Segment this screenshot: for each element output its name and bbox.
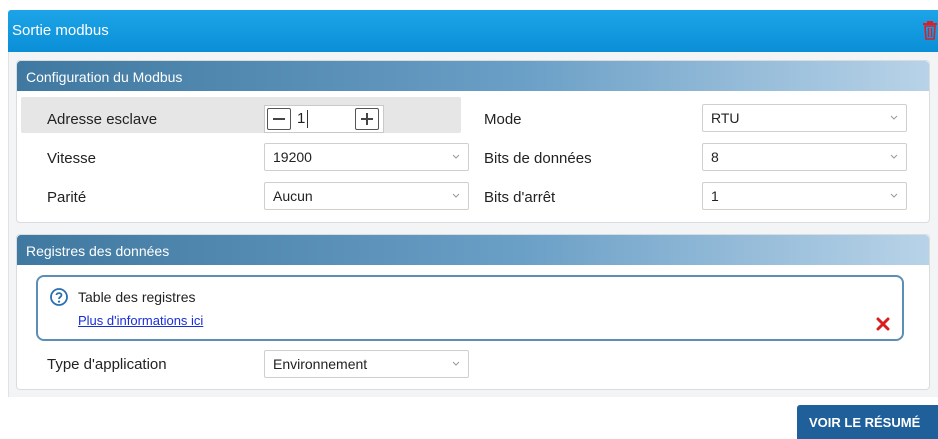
data-bits-value: 8 (711, 149, 719, 165)
modbus-config-title: Configuration du Modbus (26, 69, 183, 85)
mode-label: Mode (484, 111, 522, 128)
decrement-button[interactable] (267, 108, 291, 130)
registers-title: Registres des données (26, 243, 170, 259)
slave-address-label: Adresse esclave (47, 111, 158, 128)
application-type-value: Environnement (273, 356, 368, 372)
chevron-down-icon (452, 154, 460, 159)
page-title: Sortie modbus (12, 22, 109, 39)
plus-icon (361, 113, 373, 125)
slave-address-value[interactable]: 1 (297, 110, 305, 127)
more-info-link[interactable]: Plus d'informations ici (78, 313, 203, 328)
trash-icon[interactable] (922, 20, 938, 40)
view-summary-button[interactable]: VOIR LE RÉSUMÉ (797, 405, 938, 439)
parity-select[interactable]: Aucun (264, 182, 469, 210)
chevron-down-icon (890, 154, 898, 159)
data-bits-label: Bits de données (484, 150, 592, 167)
slave-address-stepper[interactable]: 1 (264, 105, 384, 133)
speed-label: Vitesse (47, 150, 96, 167)
stop-bits-select[interactable]: 1 (702, 182, 907, 210)
chevron-down-icon (452, 361, 460, 366)
text-cursor (307, 110, 308, 128)
parity-label: Parité (47, 189, 87, 206)
mode-value: RTU (711, 110, 740, 126)
close-icon[interactable] (876, 317, 890, 331)
help-icon (50, 288, 68, 306)
speed-value: 19200 (273, 149, 312, 165)
minus-icon (273, 118, 285, 120)
register-table-info: Table des registres Plus d'informations … (36, 275, 904, 341)
view-summary-label: VOIR LE RÉSUMÉ (809, 415, 921, 430)
stop-bits-value: 1 (711, 188, 719, 204)
info-title: Table des registres (78, 289, 196, 305)
mode-select[interactable]: RTU (702, 104, 907, 132)
modbus-output-screen: Sortie modbus Configuration du Modbus Ad… (0, 0, 938, 439)
modbus-output-header: Sortie modbus (8, 10, 938, 52)
stop-bits-label: Bits d'arrêt (484, 189, 556, 206)
modbus-config-header: Configuration du Modbus (17, 61, 929, 91)
increment-button[interactable] (355, 108, 379, 130)
speed-select[interactable]: 19200 (264, 143, 469, 171)
application-type-select[interactable]: Environnement (264, 350, 469, 378)
chevron-down-icon (452, 193, 460, 198)
chevron-down-icon (890, 115, 898, 120)
registers-header: Registres des données (17, 235, 929, 265)
chevron-down-icon (890, 193, 898, 198)
parity-value: Aucun (273, 188, 313, 204)
data-bits-select[interactable]: 8 (702, 143, 907, 171)
application-type-label: Type d'application (47, 356, 167, 373)
